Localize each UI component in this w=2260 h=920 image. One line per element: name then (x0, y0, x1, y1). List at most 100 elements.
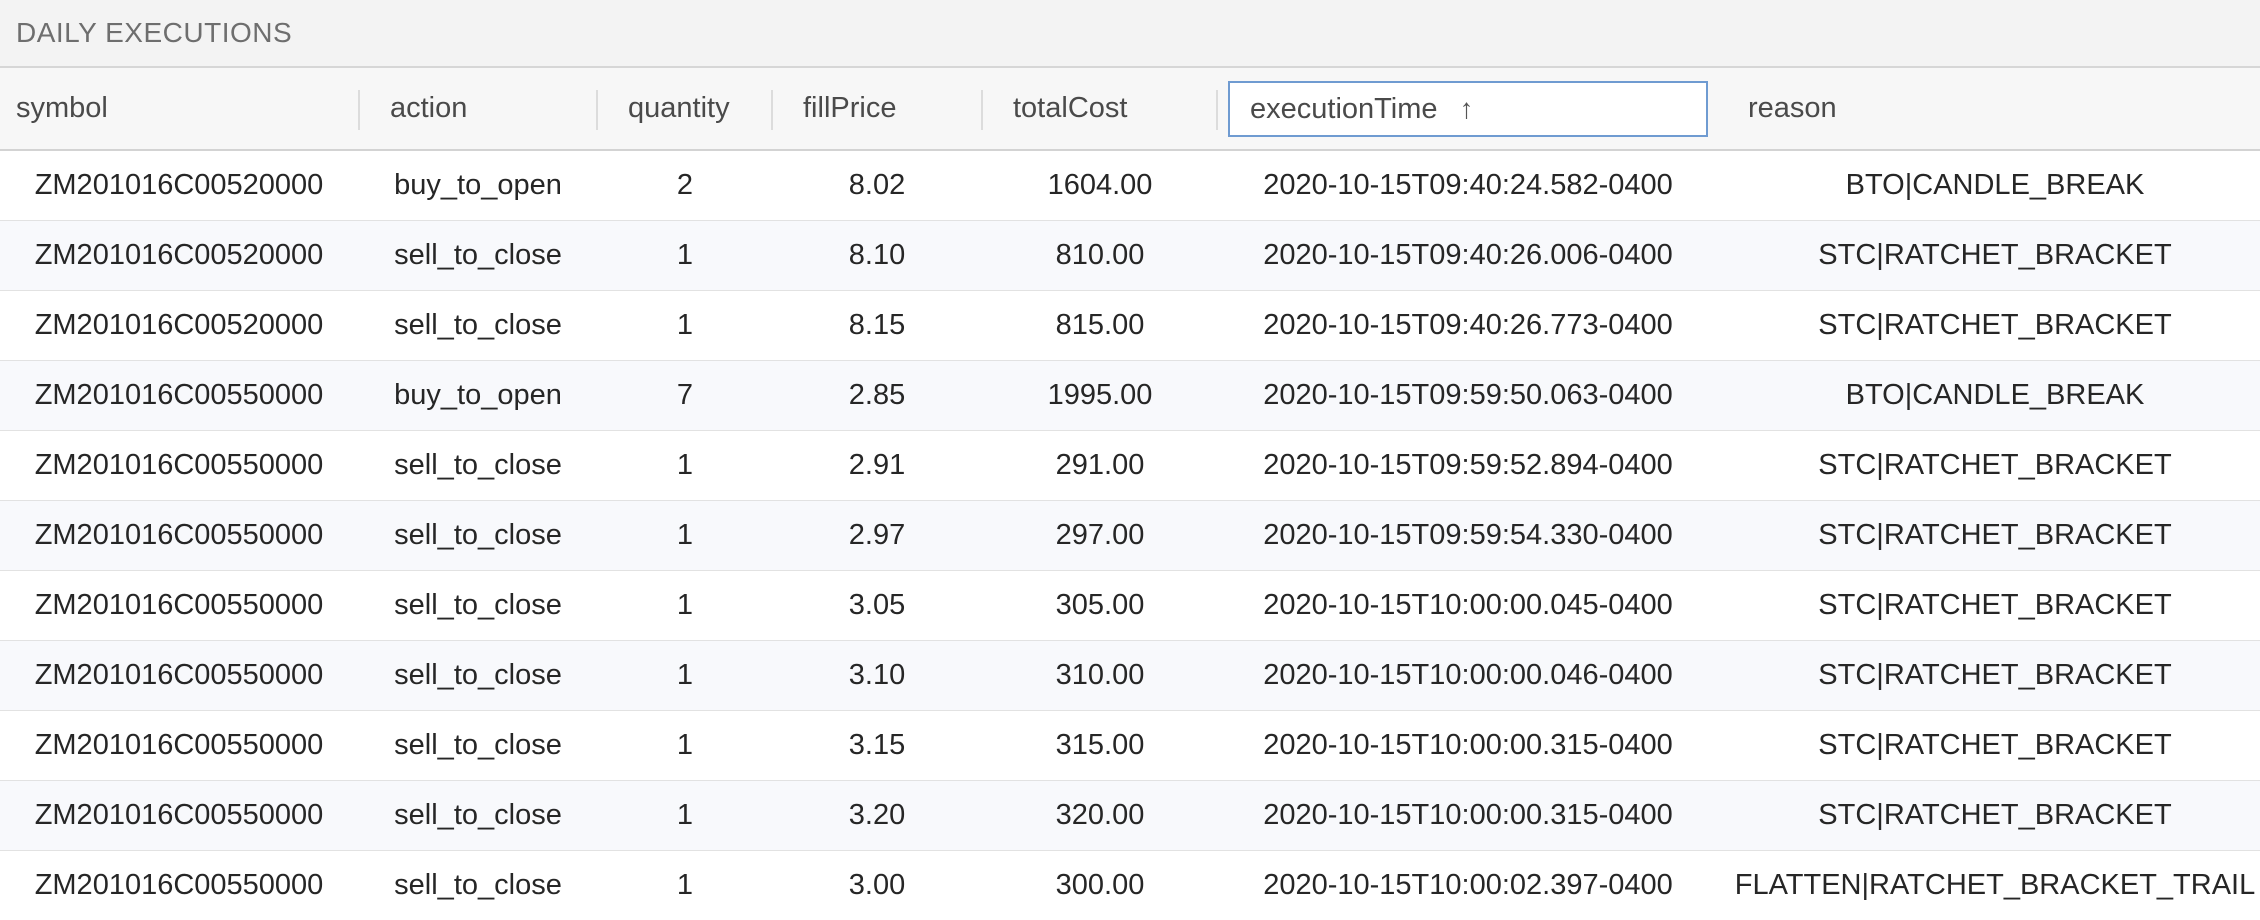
table-row[interactable]: ZM201016C00550000 sell_to_close 1 3.00 300.0… (0, 851, 2260, 920)
column-header-symbol[interactable]: symbol (16, 68, 356, 149)
cell-quantity: 7 (676, 378, 694, 411)
cell-quantity: 1 (676, 588, 694, 621)
cell-quantity: 1 (676, 238, 694, 271)
cell-action: sell_to_close (394, 868, 562, 901)
table-row[interactable]: ZM201016C00550000 sell_to_close 1 3.15 315.0… (0, 711, 2260, 781)
table-row[interactable]: ZM201016C00550000 buy_to_open 7 2.85 1995.00… (0, 361, 2260, 431)
cell-totalcost: 815.00 (1055, 308, 1145, 341)
cell-symbol: ZM201016C00520000 (34, 308, 324, 341)
cell-action: sell_to_close (394, 308, 562, 341)
table-row[interactable]: ZM201016C00550000 sell_to_close 1 3.05 305.0… (0, 571, 2260, 641)
cell-fillprice: 2.85 (848, 378, 906, 411)
cell-fillprice: 3.20 (848, 798, 906, 831)
cell-totalcost: 315.00 (1055, 728, 1145, 761)
cell-executiontime: 2020-10-15T09:59:54.330-0400 (1263, 518, 1673, 551)
cell-action: buy_to_open (394, 168, 562, 201)
cell-symbol: ZM201016C00520000 (34, 168, 324, 201)
cell-fillprice: 3.00 (848, 868, 906, 901)
cell-action: sell_to_close (394, 448, 562, 481)
cell-executiontime: 2020-10-15T09:40:24.582-0400 (1263, 168, 1673, 201)
column-header-action[interactable]: action (390, 68, 590, 149)
column-header-fillprice[interactable]: fillPrice (803, 68, 973, 149)
table-row[interactable]: ZM201016C00550000 sell_to_close 1 3.20 320.0… (0, 781, 2260, 851)
cell-fillprice: 8.15 (848, 308, 906, 341)
cell-reason: STC|RATCHET_BRACKET (1818, 728, 2172, 761)
column-resize-handle[interactable] (596, 90, 598, 130)
daily-executions-panel: DAILY EXECUTIONS symbol action quantity … (0, 0, 2260, 920)
table-row[interactable]: ZM201016C00520000 buy_to_open 2 8.02 1604.00… (0, 151, 2260, 221)
cell-reason: STC|RATCHET_BRACKET (1818, 588, 2172, 621)
cell-fillprice: 3.05 (848, 588, 906, 621)
cell-symbol: ZM201016C00550000 (34, 658, 324, 691)
cell-action: sell_to_close (394, 798, 562, 831)
cell-reason: STC|RATCHET_BRACKET (1818, 658, 2172, 691)
cell-symbol: ZM201016C00550000 (34, 378, 324, 411)
cell-reason: BTO|CANDLE_BREAK (1845, 168, 2145, 201)
cell-symbol: ZM201016C00550000 (34, 518, 324, 551)
cell-symbol: ZM201016C00520000 (34, 238, 324, 271)
cell-totalcost: 291.00 (1055, 448, 1145, 481)
cell-reason: STC|RATCHET_BRACKET (1818, 238, 2172, 271)
cell-fillprice: 2.97 (848, 518, 906, 551)
cell-action: buy_to_open (394, 378, 562, 411)
cell-executiontime: 2020-10-15T09:40:26.006-0400 (1263, 238, 1673, 271)
cell-action: sell_to_close (394, 588, 562, 621)
cell-quantity: 1 (676, 518, 694, 551)
column-resize-handle[interactable] (981, 90, 983, 130)
table-body: ZM201016C00520000 buy_to_open 2 8.02 1604.00… (0, 151, 2260, 920)
table-header-row: symbol action quantity fillPrice totalCo… (0, 68, 2260, 151)
cell-reason: STC|RATCHET_BRACKET (1818, 798, 2172, 831)
cell-quantity: 1 (676, 308, 694, 341)
cell-quantity: 1 (676, 798, 694, 831)
cell-totalcost: 1995.00 (1047, 378, 1153, 411)
column-resize-handle[interactable] (771, 90, 773, 130)
cell-reason: FLATTEN|RATCHET_BRACKET_TRAIL (1734, 868, 2256, 901)
sort-ascending-icon: ↑ (1459, 93, 1474, 124)
cell-totalcost: 310.00 (1055, 658, 1145, 691)
cell-totalcost: 305.00 (1055, 588, 1145, 621)
cell-reason: STC|RATCHET_BRACKET (1818, 308, 2172, 341)
cell-fillprice: 3.15 (848, 728, 906, 761)
column-header-reason[interactable]: reason (1748, 68, 2048, 149)
column-resize-handle[interactable] (1216, 90, 1218, 130)
cell-action: sell_to_close (394, 238, 562, 271)
cell-reason: STC|RATCHET_BRACKET (1818, 518, 2172, 551)
cell-totalcost: 810.00 (1055, 238, 1145, 271)
cell-totalcost: 300.00 (1055, 868, 1145, 901)
cell-reason: STC|RATCHET_BRACKET (1818, 448, 2172, 481)
cell-quantity: 1 (676, 658, 694, 691)
cell-fillprice: 2.91 (848, 448, 906, 481)
cell-symbol: ZM201016C00550000 (34, 728, 324, 761)
column-header-totalcost[interactable]: totalCost (1013, 68, 1203, 149)
table-row[interactable]: ZM201016C00520000 sell_to_close 1 8.15 815.0… (0, 291, 2260, 361)
table-row[interactable]: ZM201016C00550000 sell_to_close 1 2.91 291.0… (0, 431, 2260, 501)
cell-fillprice: 3.10 (848, 658, 906, 691)
cell-executiontime: 2020-10-15T10:00:02.397-0400 (1263, 868, 1673, 901)
cell-symbol: ZM201016C00550000 (34, 588, 324, 621)
cell-symbol: ZM201016C00550000 (34, 448, 324, 481)
cell-executiontime: 2020-10-15T10:00:00.315-0400 (1263, 798, 1673, 831)
cell-symbol: ZM201016C00550000 (34, 798, 324, 831)
cell-executiontime: 2020-10-15T09:59:52.894-0400 (1263, 448, 1673, 481)
cell-quantity: 1 (676, 448, 694, 481)
table-row[interactable]: ZM201016C00550000 sell_to_close 1 2.97 297.0… (0, 501, 2260, 571)
table-row[interactable]: ZM201016C00520000 sell_to_close 1 8.10 810.0… (0, 221, 2260, 291)
cell-symbol: ZM201016C00550000 (34, 868, 324, 901)
cell-quantity: 1 (676, 728, 694, 761)
cell-totalcost: 1604.00 (1047, 168, 1153, 201)
cell-executiontime: 2020-10-15T10:00:00.046-0400 (1263, 658, 1673, 691)
panel-title: DAILY EXECUTIONS (16, 17, 293, 48)
cell-executiontime: 2020-10-15T09:59:50.063-0400 (1263, 378, 1673, 411)
cell-executiontime: 2020-10-15T10:00:00.315-0400 (1263, 728, 1673, 761)
column-header-executiontime[interactable]: executionTime ↑ (1228, 81, 1708, 137)
column-header-quantity[interactable]: quantity (628, 68, 768, 149)
table-row[interactable]: ZM201016C00550000 sell_to_close 1 3.10 310.0… (0, 641, 2260, 711)
cell-reason: BTO|CANDLE_BREAK (1845, 378, 2145, 411)
cell-action: sell_to_close (394, 728, 562, 761)
column-header-executiontime-label: executionTime (1250, 92, 1438, 125)
cell-action: sell_to_close (394, 658, 562, 691)
cell-totalcost: 297.00 (1055, 518, 1145, 551)
cell-fillprice: 8.10 (848, 238, 906, 271)
column-resize-handle[interactable] (358, 90, 360, 130)
cell-totalcost: 320.00 (1055, 798, 1145, 831)
